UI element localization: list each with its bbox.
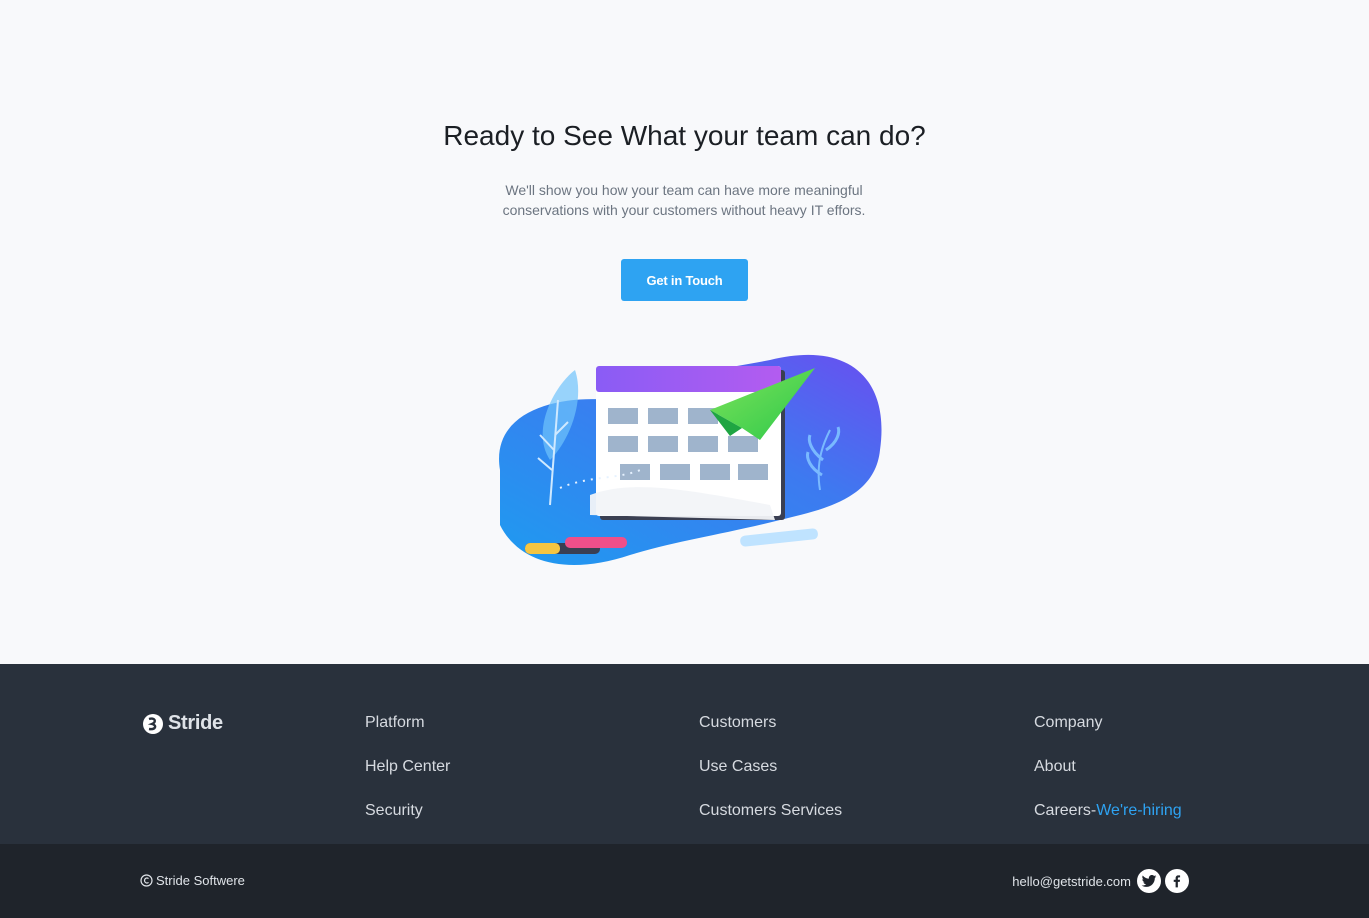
brand-name: Stride — [168, 712, 223, 734]
get-in-touch-button[interactable]: Get in Touch — [621, 259, 748, 301]
footer-link-use-cases[interactable]: Use Cases — [699, 758, 842, 802]
copyright-icon — [140, 874, 153, 887]
footer-link-customers-services[interactable]: Customers Services — [699, 802, 842, 846]
footer-link-help-center[interactable]: Help Center — [365, 758, 450, 802]
facebook-icon[interactable] — [1165, 869, 1189, 893]
copyright-text: Stride Softwere — [156, 873, 245, 888]
footer-column-platform: Platform Help Center Security — [365, 714, 450, 846]
footer-link-company[interactable]: Company — [1034, 714, 1182, 758]
calendar-illustration — [499, 354, 882, 565]
stride-logo-icon — [143, 713, 163, 734]
footer-link-customers[interactable]: Customers — [699, 714, 842, 758]
contact-area: hello@getstride.com — [1012, 869, 1189, 893]
contact-email-link[interactable]: hello@getstride.com — [1012, 874, 1131, 889]
footer-link-about[interactable]: About — [1034, 758, 1182, 802]
footer-links-section: Stride Platform Help Center Security Cus… — [0, 664, 1369, 844]
hero-subtitle-line-2: conservations with your customers withou… — [502, 202, 866, 218]
footer-link-platform[interactable]: Platform — [365, 714, 450, 758]
careers-label: Careers- — [1034, 802, 1097, 819]
footer-link-careers[interactable]: Careers-We're-hiring — [1034, 802, 1182, 846]
hero-title: Ready to See What your team can do? — [443, 120, 926, 151]
hiring-link[interactable]: We're-hiring — [1096, 802, 1181, 819]
footer-column-customers: Customers Use Cases Customers Services — [699, 714, 842, 846]
footer-brand[interactable]: Stride — [142, 712, 223, 735]
hero-section: Ready to See What your team can do? We'l… — [0, 0, 1369, 664]
footer-link-security[interactable]: Security — [365, 802, 450, 846]
footer-bottom-bar: Stride Softwere hello@getstride.com — [0, 844, 1369, 918]
footer-column-company: Company About Careers-We're-hiring — [1034, 714, 1182, 846]
hero-subtitle: We'll show you how your team can have mo… — [484, 180, 884, 220]
twitter-icon[interactable] — [1137, 869, 1161, 893]
copyright: Stride Softwere — [140, 873, 245, 888]
hero-subtitle-line-1: We'll show you how your team can have mo… — [505, 182, 863, 198]
